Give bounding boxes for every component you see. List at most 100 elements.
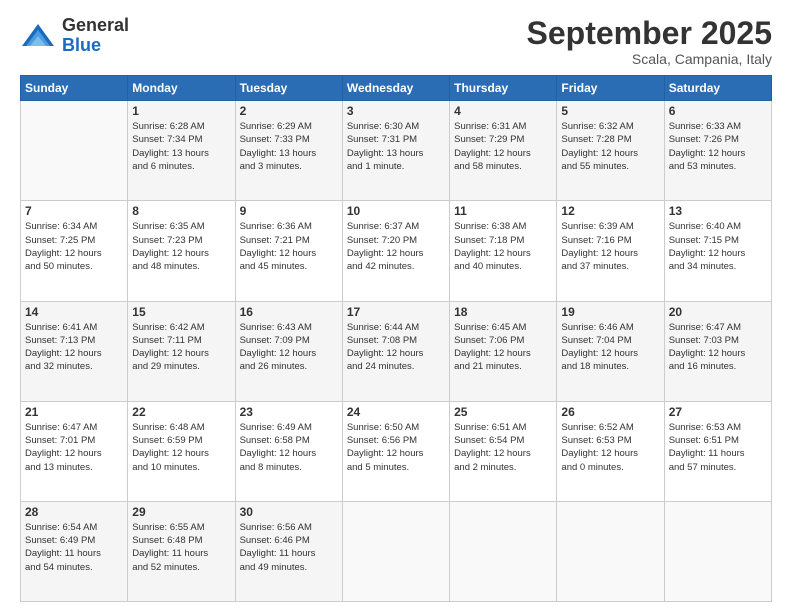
day-number: 16 [240,305,338,319]
day-info: Sunrise: 6:45 AMSunset: 7:06 PMDaylight:… [454,321,552,374]
day-number: 29 [132,505,230,519]
day-number: 18 [454,305,552,319]
table-row: 21Sunrise: 6:47 AMSunset: 7:01 PMDayligh… [21,401,128,501]
day-number: 9 [240,204,338,218]
day-info: Sunrise: 6:47 AMSunset: 7:03 PMDaylight:… [669,321,767,374]
header: General Blue September 2025 Scala, Campa… [20,16,772,67]
day-info: Sunrise: 6:50 AMSunset: 6:56 PMDaylight:… [347,421,445,474]
logo-text: General Blue [62,16,129,56]
table-row: 6 Sunrise: 6:33 AMSunset: 7:26 PMDaylight… [664,101,771,201]
day-number: 20 [669,305,767,319]
table-row: 30 Sunrise: 6:56 AMSunset: 6:46 PMDayligh… [235,501,342,601]
day-info: Sunrise: 6:53 AMSunset: 6:51 PMDaylight:… [669,421,767,474]
calendar-week-row: 14Sunrise: 6:41 AMSunset: 7:13 PMDayligh… [21,301,772,401]
day-number: 14 [25,305,123,319]
col-sunday: Sunday [21,76,128,101]
table-row: 5Sunrise: 6:32 AMSunset: 7:28 PMDaylight… [557,101,664,201]
calendar-week-row: 21Sunrise: 6:47 AMSunset: 7:01 PMDayligh… [21,401,772,501]
table-row: 29 Sunrise: 6:55 AMSunset: 6:48 PMDayligh… [128,501,235,601]
day-number: 24 [347,405,445,419]
table-row: 3Sunrise: 6:30 AMSunset: 7:31 PMDaylight… [342,101,449,201]
logo-icon [20,22,56,50]
table-row [664,501,771,601]
day-number: 26 [561,405,659,419]
day-number: 13 [669,204,767,218]
col-monday: Monday [128,76,235,101]
table-row: 27 Sunrise: 6:53 AMSunset: 6:51 PMDayligh… [664,401,771,501]
location-subtitle: Scala, Campania, Italy [527,51,772,67]
header-row: Sunday Monday Tuesday Wednesday Thursday… [21,76,772,101]
logo: General Blue [20,16,129,56]
day-info: Sunrise: 6:42 AMSunset: 7:11 PMDaylight:… [132,321,230,374]
logo-blue-text: Blue [62,36,129,56]
day-info: Sunrise: 6:40 AMSunset: 7:15 PMDaylight:… [669,220,767,273]
day-info: Sunrise: 6:35 AMSunset: 7:23 PMDaylight:… [132,220,230,273]
day-info: Sunrise: 6:30 AMSunset: 7:31 PMDaylight:… [347,120,445,173]
day-info: Sunrise: 6:46 AMSunset: 7:04 PMDaylight:… [561,321,659,374]
col-saturday: Saturday [664,76,771,101]
col-tuesday: Tuesday [235,76,342,101]
table-row: 8 Sunrise: 6:35 AMSunset: 7:23 PMDaylight… [128,201,235,301]
day-info: Sunrise: 6:51 AMSunset: 6:54 PMDaylight:… [454,421,552,474]
col-thursday: Thursday [450,76,557,101]
table-row: 28 Sunrise: 6:54 AMSunset: 6:49 PMDayligh… [21,501,128,601]
table-row: 24 Sunrise: 6:50 AMSunset: 6:56 PMDayligh… [342,401,449,501]
table-row [21,101,128,201]
day-number: 30 [240,505,338,519]
table-row: 20 Sunrise: 6:47 AMSunset: 7:03 PMDayligh… [664,301,771,401]
day-number: 4 [454,104,552,118]
table-row: 19Sunrise: 6:46 AMSunset: 7:04 PMDayligh… [557,301,664,401]
day-number: 27 [669,405,767,419]
title-area: September 2025 Scala, Campania, Italy [527,16,772,67]
day-info: Sunrise: 6:54 AMSunset: 6:49 PMDaylight:… [25,521,123,574]
page: General Blue September 2025 Scala, Campa… [0,0,792,612]
day-number: 10 [347,204,445,218]
day-number: 6 [669,104,767,118]
table-row: 18 Sunrise: 6:45 AMSunset: 7:06 PMDayligh… [450,301,557,401]
day-number: 22 [132,405,230,419]
day-number: 12 [561,204,659,218]
month-title: September 2025 [527,16,772,51]
day-number: 1 [132,104,230,118]
table-row: 1 Sunrise: 6:28 AMSunset: 7:34 PMDaylight… [128,101,235,201]
table-row: 4 Sunrise: 6:31 AMSunset: 7:29 PMDaylight… [450,101,557,201]
day-number: 8 [132,204,230,218]
day-info: Sunrise: 6:43 AMSunset: 7:09 PMDaylight:… [240,321,338,374]
table-row: 26 Sunrise: 6:52 AMSunset: 6:53 PMDayligh… [557,401,664,501]
day-info: Sunrise: 6:52 AMSunset: 6:53 PMDaylight:… [561,421,659,474]
table-row: 15 Sunrise: 6:42 AMSunset: 7:11 PMDayligh… [128,301,235,401]
table-row: 22 Sunrise: 6:48 AMSunset: 6:59 PMDayligh… [128,401,235,501]
table-row: 16 Sunrise: 6:43 AMSunset: 7:09 PMDayligh… [235,301,342,401]
table-row: 17Sunrise: 6:44 AMSunset: 7:08 PMDayligh… [342,301,449,401]
day-number: 7 [25,204,123,218]
day-number: 17 [347,305,445,319]
day-info: Sunrise: 6:37 AMSunset: 7:20 PMDaylight:… [347,220,445,273]
calendar-week-row: 28 Sunrise: 6:54 AMSunset: 6:49 PMDayligh… [21,501,772,601]
table-row: 13 Sunrise: 6:40 AMSunset: 7:15 PMDayligh… [664,201,771,301]
table-row: 11 Sunrise: 6:38 AMSunset: 7:18 PMDayligh… [450,201,557,301]
day-info: Sunrise: 6:48 AMSunset: 6:59 PMDaylight:… [132,421,230,474]
day-number: 11 [454,204,552,218]
table-row [342,501,449,601]
col-wednesday: Wednesday [342,76,449,101]
table-row: 23 Sunrise: 6:49 AMSunset: 6:58 PMDayligh… [235,401,342,501]
day-info: Sunrise: 6:49 AMSunset: 6:58 PMDaylight:… [240,421,338,474]
table-row: 12Sunrise: 6:39 AMSunset: 7:16 PMDayligh… [557,201,664,301]
table-row: 7Sunrise: 6:34 AMSunset: 7:25 PMDaylight… [21,201,128,301]
day-number: 28 [25,505,123,519]
calendar-week-row: 7Sunrise: 6:34 AMSunset: 7:25 PMDaylight… [21,201,772,301]
day-info: Sunrise: 6:31 AMSunset: 7:29 PMDaylight:… [454,120,552,173]
day-info: Sunrise: 6:56 AMSunset: 6:46 PMDaylight:… [240,521,338,574]
table-row [450,501,557,601]
table-row: 2Sunrise: 6:29 AMSunset: 7:33 PMDaylight… [235,101,342,201]
day-info: Sunrise: 6:28 AMSunset: 7:34 PMDaylight:… [132,120,230,173]
day-info: Sunrise: 6:38 AMSunset: 7:18 PMDaylight:… [454,220,552,273]
table-row: 9Sunrise: 6:36 AMSunset: 7:21 PMDaylight… [235,201,342,301]
day-number: 15 [132,305,230,319]
day-info: Sunrise: 6:55 AMSunset: 6:48 PMDaylight:… [132,521,230,574]
day-info: Sunrise: 6:33 AMSunset: 7:26 PMDaylight:… [669,120,767,173]
table-row: 14Sunrise: 6:41 AMSunset: 7:13 PMDayligh… [21,301,128,401]
table-row: 10 Sunrise: 6:37 AMSunset: 7:20 PMDayligh… [342,201,449,301]
calendar-table: Sunday Monday Tuesday Wednesday Thursday… [20,75,772,602]
day-number: 23 [240,405,338,419]
